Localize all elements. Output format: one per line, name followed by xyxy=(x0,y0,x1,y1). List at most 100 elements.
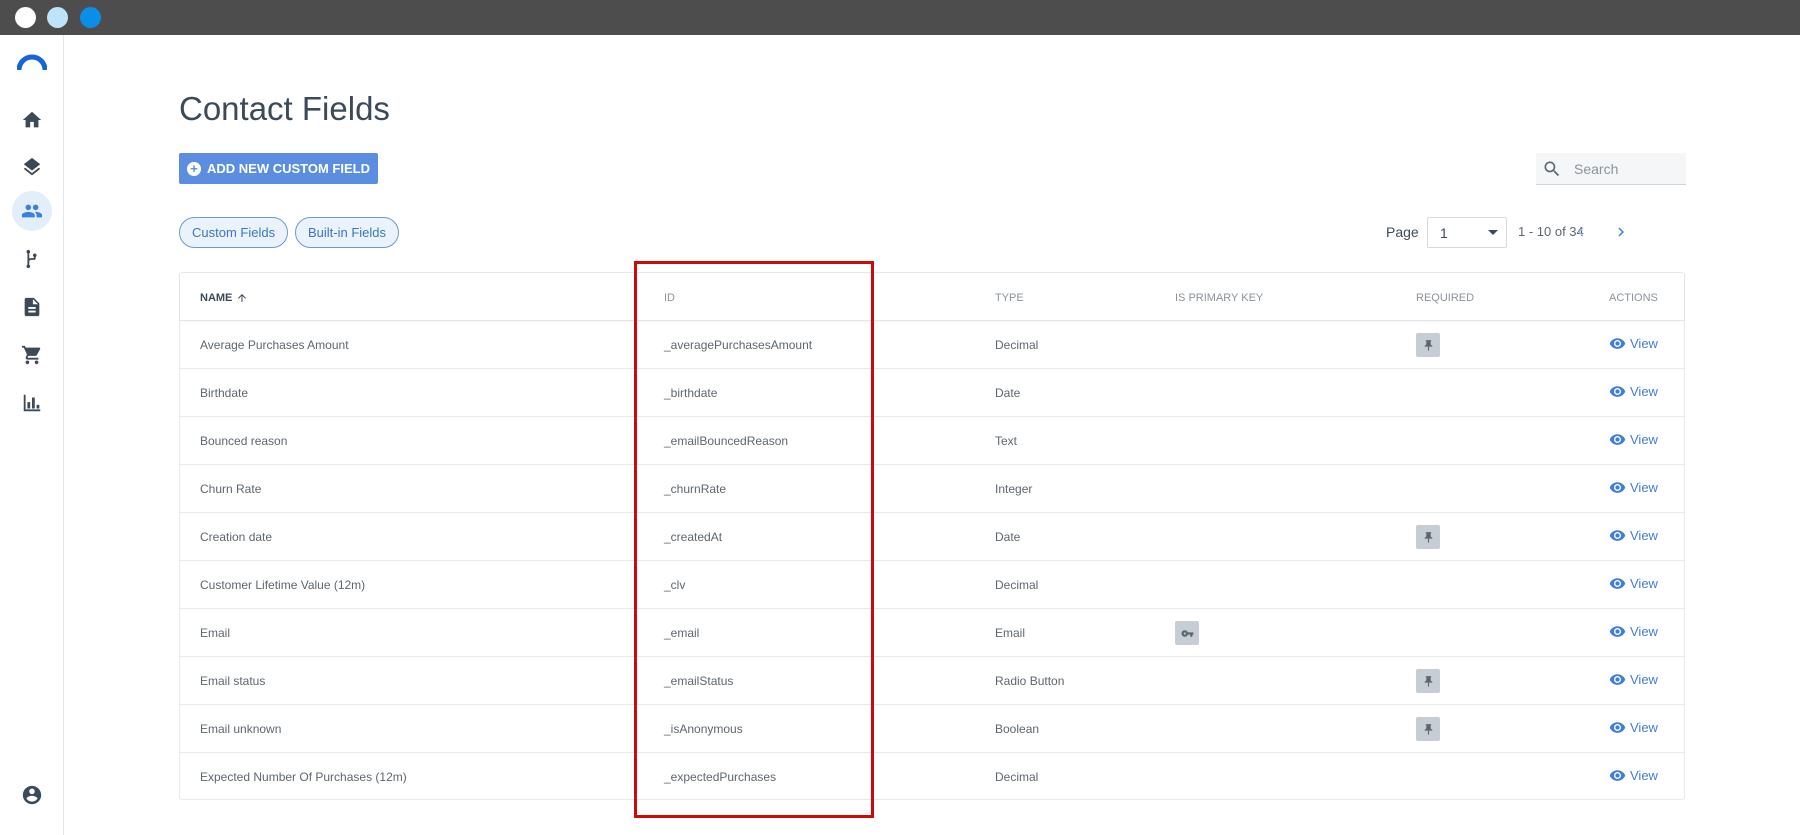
table-row: Email _email Email View xyxy=(180,609,1684,657)
header-type[interactable]: TYPE xyxy=(995,292,1024,304)
cell-type: Radio Button xyxy=(995,674,1065,688)
cell-type: Decimal xyxy=(995,578,1039,592)
primary-key-badge xyxy=(1175,621,1199,645)
plus-circle-icon: + xyxy=(187,161,201,176)
pin-icon xyxy=(1424,675,1432,687)
cell-id: _isAnonymous xyxy=(664,722,743,736)
filter-chip-builtin-fields[interactable]: Built-in Fields xyxy=(295,217,400,248)
cell-type: Integer xyxy=(995,482,1033,496)
table-row: Email status _emailStatus Radio Button View xyxy=(180,657,1684,705)
eye-icon xyxy=(1609,578,1626,589)
layers-icon xyxy=(23,157,41,176)
view-link[interactable]: View xyxy=(1609,719,1658,736)
table-row: Birthdate _birthdate Date View xyxy=(180,369,1684,417)
view-link-label: View xyxy=(1630,528,1658,543)
view-link[interactable]: View xyxy=(1609,671,1658,688)
header-actions: ACTIONS xyxy=(1609,292,1658,304)
eye-icon xyxy=(1609,338,1626,349)
required-badge xyxy=(1416,669,1440,693)
table-row: Email unknown _isAnonymous Boolean View xyxy=(180,705,1684,753)
page-title: Contact Fields xyxy=(179,90,390,127)
view-link-label: View xyxy=(1630,624,1658,639)
cell-type: Email xyxy=(995,626,1026,640)
sidebar xyxy=(0,35,64,835)
sidebar-item-reports[interactable] xyxy=(12,383,52,423)
view-link[interactable]: View xyxy=(1609,383,1658,400)
cell-type: Decimal xyxy=(995,770,1039,784)
eye-icon xyxy=(1609,530,1626,541)
flow-icon xyxy=(26,249,37,269)
add-custom-field-button[interactable]: + ADD NEW CUSTOM FIELD xyxy=(179,153,378,184)
window-maximize-button[interactable] xyxy=(80,7,101,28)
view-link-label: View xyxy=(1630,672,1658,687)
eye-icon xyxy=(1609,482,1626,493)
header-primary-key[interactable]: IS PRIMARY KEY xyxy=(1175,292,1263,304)
add-custom-field-label: ADD NEW CUSTOM FIELD xyxy=(207,161,370,176)
cell-name: Creation date xyxy=(200,530,273,544)
cell-id: _churnRate xyxy=(664,482,727,496)
header-id[interactable]: ID xyxy=(664,292,675,304)
cell-name: Birthdate xyxy=(200,386,249,400)
cell-name: Email unknown xyxy=(200,722,282,736)
cart-icon xyxy=(21,345,41,365)
cell-type: Text xyxy=(995,434,1018,448)
view-link[interactable]: View xyxy=(1609,527,1658,544)
required-badge xyxy=(1416,525,1440,549)
next-page-button[interactable] xyxy=(1609,220,1633,244)
bar-chart-icon xyxy=(23,394,41,412)
cell-id: _birthdate xyxy=(664,386,718,400)
sidebar-item-home[interactable] xyxy=(12,100,52,140)
page-select[interactable]: 1 xyxy=(1427,217,1507,248)
key-icon xyxy=(1181,629,1193,637)
people-icon xyxy=(21,204,43,218)
cell-id: _emailStatus xyxy=(664,674,734,688)
window-close-button[interactable] xyxy=(15,7,36,28)
sidebar-item-contacts[interactable] xyxy=(12,191,52,231)
header-name[interactable]: NAME xyxy=(200,292,248,304)
view-link-label: View xyxy=(1630,720,1658,735)
view-link[interactable]: View xyxy=(1609,335,1658,352)
sidebar-item-commerce[interactable] xyxy=(12,335,52,375)
table-row: Average Purchases Amount _averagePurchase… xyxy=(180,321,1684,369)
view-link-label: View xyxy=(1630,336,1658,351)
cell-name: Bounced reason xyxy=(200,434,288,448)
view-link[interactable]: View xyxy=(1609,767,1658,784)
eye-icon xyxy=(1609,722,1626,733)
header-required[interactable]: REQUIRED xyxy=(1416,292,1474,304)
view-link[interactable]: View xyxy=(1609,479,1658,496)
arrow-up-icon xyxy=(238,294,247,302)
cell-type: Boolean xyxy=(995,722,1040,736)
sidebar-item-layers[interactable] xyxy=(12,147,52,187)
table-row: Bounced reason _emailBouncedReason Text Vie… xyxy=(180,417,1684,465)
table-row: Creation date _createdAt Date View xyxy=(180,513,1684,561)
view-link-label: View xyxy=(1630,432,1658,447)
search-input[interactable] xyxy=(1574,160,1674,177)
chevron-right-icon xyxy=(1618,227,1624,237)
pin-icon xyxy=(1424,531,1432,543)
view-link[interactable]: View xyxy=(1609,431,1658,448)
view-link[interactable]: View xyxy=(1609,623,1658,640)
view-link[interactable]: View xyxy=(1609,575,1658,592)
filter-chip-custom-fields[interactable]: Custom Fields xyxy=(179,217,289,248)
window-minimize-button[interactable] xyxy=(47,7,68,28)
account-circle-icon xyxy=(22,785,42,805)
sidebar-account[interactable] xyxy=(12,775,52,815)
sidebar-item-flows[interactable] xyxy=(12,239,52,279)
view-link-label: View xyxy=(1630,480,1658,495)
cell-name: Email xyxy=(200,626,231,640)
required-badge xyxy=(1416,333,1440,357)
cell-name: Customer Lifetime Value (12m) xyxy=(200,578,366,592)
brand-arc-icon[interactable] xyxy=(17,53,47,71)
table-row: Customer Lifetime Value (12m) _clv Decimal… xyxy=(180,561,1684,609)
cell-type: Date xyxy=(995,530,1021,544)
previous-page-button[interactable] xyxy=(1569,220,1593,244)
cell-id: _averagePurchasesAmount xyxy=(664,338,813,352)
fields-table: NAME ID TYPE IS PRIMARY KEY REQUIRED ACT… xyxy=(179,272,1685,800)
pin-icon xyxy=(1424,723,1432,735)
search-box[interactable] xyxy=(1536,153,1686,185)
table-header: NAME ID TYPE IS PRIMARY KEY REQUIRED ACT… xyxy=(180,273,1684,321)
document-icon xyxy=(24,297,40,317)
home-icon xyxy=(22,111,42,128)
sidebar-item-documents[interactable] xyxy=(12,287,52,327)
cell-name: Expected Number Of Purchases (12m) xyxy=(200,770,407,784)
